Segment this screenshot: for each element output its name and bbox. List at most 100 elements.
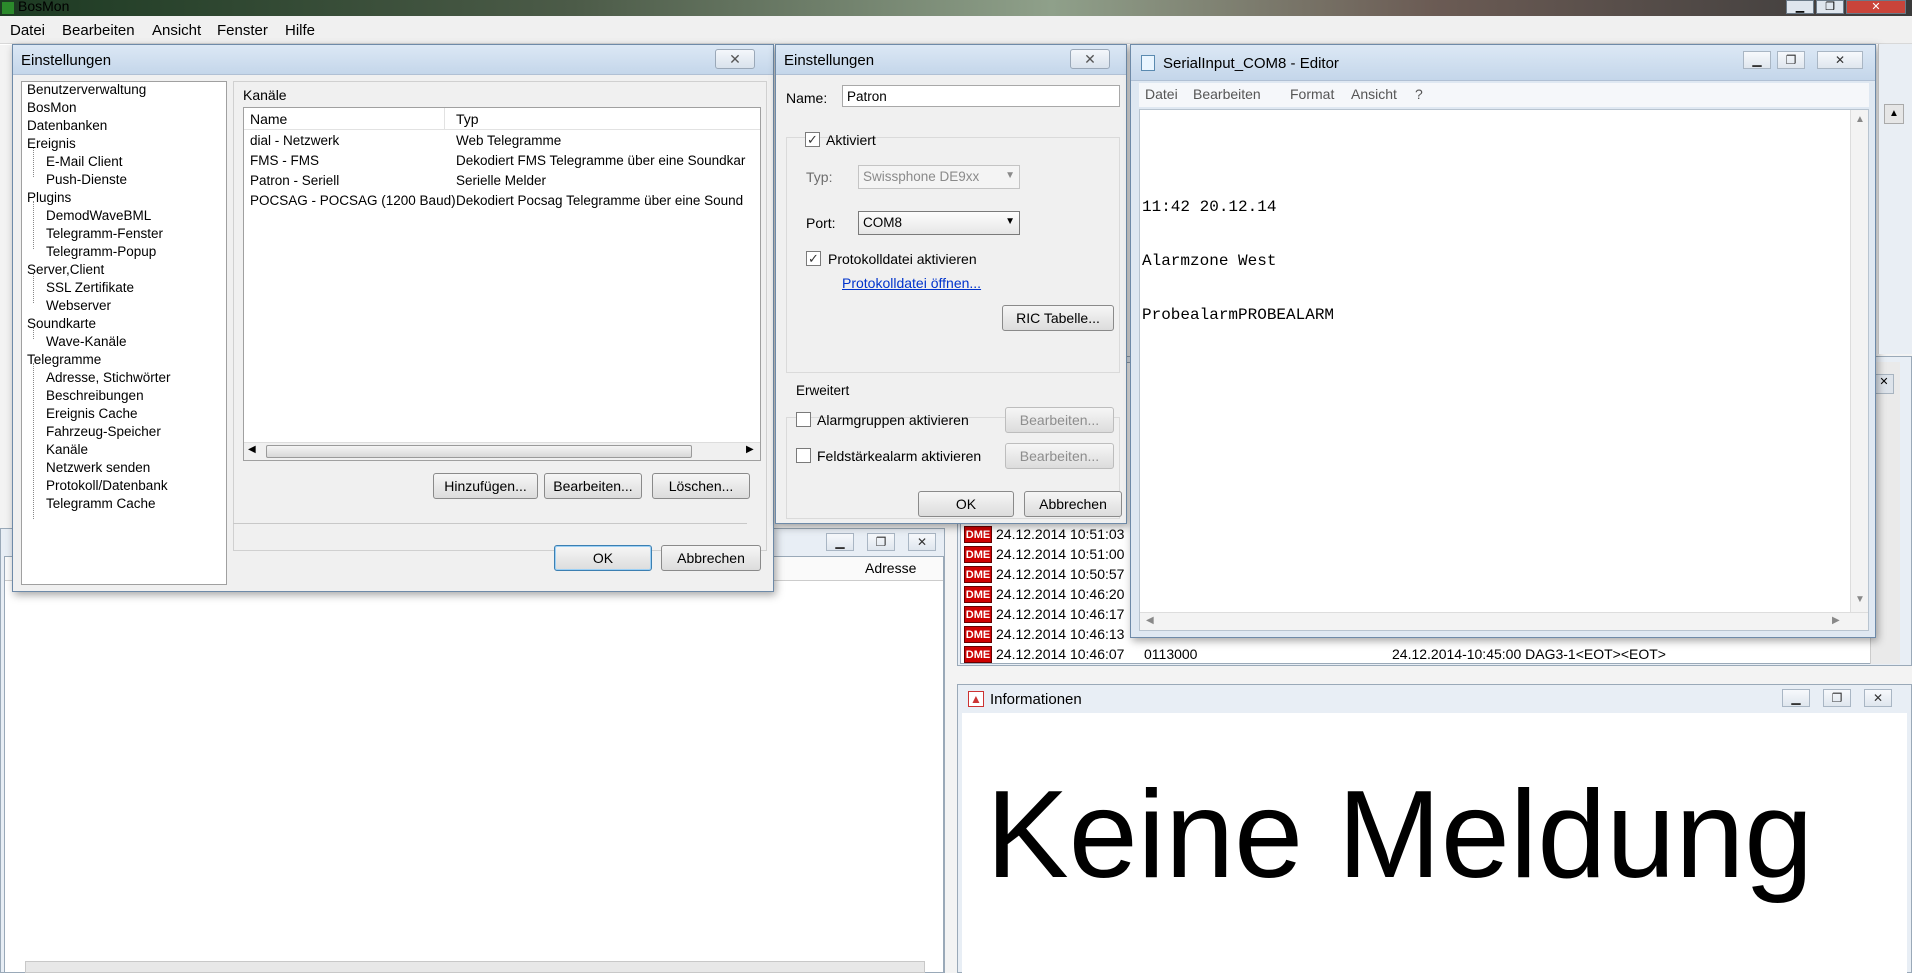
log-row-time[interactable]: 24.12.2014 10:51:03 [996, 526, 1124, 542]
tree-item-email-client[interactable]: E-Mail Client [46, 154, 123, 169]
tree-item-datenbanken[interactable]: Datenbanken [27, 118, 107, 133]
column-typ[interactable]: Typ [456, 111, 479, 127]
editor-menu-ansicht[interactable]: Ansicht [1351, 86, 1397, 102]
channel-row-type[interactable]: Dekodiert FMS Telegramme über eine Sound… [456, 153, 760, 168]
column-adresse[interactable]: Adresse [865, 560, 916, 576]
scroll-right-icon[interactable]: ▶ [746, 444, 754, 455]
log-file-checkbox[interactable]: ✓ [806, 251, 821, 266]
log-row-time[interactable]: 24.12.2014 10:46:17 [996, 606, 1124, 622]
horizontal-scrollbar[interactable]: ◀ ▶ [244, 442, 760, 460]
log-row-time[interactable]: 24.12.2014 10:51:00 [996, 546, 1124, 562]
channel-row-name[interactable]: dial - Netzwerk [250, 133, 339, 148]
alarm-groups-checkbox[interactable] [796, 412, 811, 427]
channel-row-name[interactable]: FMS - FMS [250, 153, 319, 168]
log-row-text[interactable]: 24.12.2014-10:45:00 DAG3-1<EOT><EOT> [1392, 646, 1666, 662]
tree-item-webserver[interactable]: Webserver [46, 298, 111, 313]
maximize-icon[interactable]: ❐ [1823, 689, 1851, 707]
horizontal-scrollbar[interactable]: ◀ ▶ [1140, 612, 1868, 630]
maximize-icon[interactable]: ❐ [867, 533, 895, 551]
editor-menu-bearbeiten[interactable]: Bearbeiten [1193, 86, 1261, 102]
tree-item-wave-kanaele[interactable]: Wave-Kanäle [46, 334, 127, 349]
menu-bearbeiten[interactable]: Bearbeiten [62, 22, 135, 39]
tree-item-fahrzeug-speicher[interactable]: Fahrzeug-Speicher [46, 424, 161, 439]
maximize-icon[interactable]: ❐ [1816, 0, 1844, 14]
cancel-button[interactable]: Abbrechen [1024, 491, 1122, 517]
add-channel-button[interactable]: Hinzufügen... [433, 473, 538, 499]
tree-item-ssl-zertifikate[interactable]: SSL Zertifikate [46, 280, 134, 295]
tree-item-server-client[interactable]: Server,Client [27, 262, 104, 277]
tree-item-soundkarte[interactable]: Soundkarte [27, 316, 96, 331]
tree-item-adresse-stichwoerter[interactable]: Adresse, Stichwörter [46, 370, 171, 385]
tree-item-beschreibungen[interactable]: Beschreibungen [46, 388, 144, 403]
edit-channel-button[interactable]: Bearbeiten... [544, 473, 642, 499]
tree-item-demodwavebml[interactable]: DemodWaveBML [46, 208, 151, 223]
scroll-left-icon[interactable]: ◀ [248, 444, 256, 455]
minimize-icon[interactable]: ▁ [1743, 51, 1771, 69]
minimize-icon[interactable]: ▁ [826, 533, 854, 551]
menu-ansicht[interactable]: Ansicht [152, 22, 201, 39]
tree-item-bosmon[interactable]: BosMon [27, 100, 77, 115]
editor-text-area[interactable]: 11:42 20.12.14 Alarmzone West Probealarm… [1139, 109, 1869, 631]
channel-row-name[interactable]: Patron - Seriell [250, 173, 339, 188]
scroll-down-icon[interactable]: ▼ [1855, 594, 1865, 605]
ok-button[interactable]: OK [554, 545, 652, 571]
minimize-icon[interactable]: ▁ [1782, 689, 1810, 707]
log-row-time[interactable]: 24.12.2014 10:46:07 [996, 646, 1124, 662]
field-strength-edit-button[interactable]: Bearbeiten... [1005, 443, 1114, 469]
channel-row-type[interactable]: Serielle Melder [456, 173, 760, 188]
tree-item-ereignis-cache[interactable]: Ereignis Cache [46, 406, 138, 421]
port-select[interactable]: COM8 ▼ [858, 211, 1020, 235]
tree-item-telegramm-popup[interactable]: Telegramm-Popup [46, 244, 156, 259]
delete-channel-button[interactable]: Löschen... [652, 473, 750, 499]
editor-menu-format[interactable]: Format [1290, 86, 1334, 102]
close-icon[interactable]: ✕ [1817, 51, 1863, 69]
close-icon[interactable]: ✕ [1846, 0, 1906, 14]
log-row-time[interactable]: 24.12.2014 10:50:57 [996, 566, 1124, 582]
cancel-button[interactable]: Abbrechen [661, 545, 761, 571]
scrollbar-thumb[interactable] [266, 445, 692, 458]
scroll-up-icon[interactable]: ▲ [1855, 114, 1865, 125]
column-name[interactable]: Name [250, 111, 287, 127]
tree-item-telegramm-fenster[interactable]: Telegramm-Fenster [46, 226, 163, 241]
close-icon[interactable]: ✕ [715, 49, 755, 69]
log-row-time[interactable]: 24.12.2014 10:46:13 [996, 626, 1124, 642]
alarm-groups-edit-button[interactable]: Bearbeiten... [1005, 407, 1114, 433]
tree-item-telegramme[interactable]: Telegramme [27, 352, 101, 367]
menu-hilfe[interactable]: Hilfe [285, 22, 315, 39]
tree-item-kanaele[interactable]: Kanäle [46, 442, 88, 457]
activated-checkbox[interactable]: ✓ [805, 132, 820, 147]
tree-item-push-dienste[interactable]: Push-Dienste [46, 172, 127, 187]
field-strength-checkbox[interactable] [796, 448, 811, 463]
tree-item-protokoll-datenbank[interactable]: Protokoll/Datenbank [46, 478, 168, 493]
scroll-up-icon[interactable]: ▲ [1884, 104, 1904, 124]
close-icon[interactable]: ✕ [1874, 374, 1894, 394]
horizontal-scrollbar[interactable] [25, 961, 925, 973]
tree-item-netzwerk-senden[interactable]: Netzwerk senden [46, 460, 150, 475]
close-icon[interactable]: ✕ [908, 533, 936, 551]
close-icon[interactable]: ✕ [1070, 49, 1110, 69]
log-row-address[interactable]: 0113000 [1144, 646, 1197, 662]
editor-menu-help[interactable]: ? [1415, 86, 1423, 102]
channel-row-type[interactable]: Web Telegramme [456, 133, 760, 148]
ric-table-button[interactable]: RIC Tabelle... [1002, 305, 1114, 331]
maximize-icon[interactable]: ❐ [1777, 51, 1805, 69]
editor-menu-datei[interactable]: Datei [1145, 86, 1178, 102]
open-log-file-link[interactable]: Protokolldatei öffnen... [842, 275, 981, 291]
channel-row-name[interactable]: POCSAG - POCSAG (1200 Baud) [250, 193, 456, 208]
scroll-right-icon[interactable]: ▶ [1832, 615, 1840, 626]
tree-item-plugins[interactable]: Plugins [27, 190, 71, 205]
tree-item-telegramm-cache[interactable]: Telegramm Cache [46, 496, 156, 511]
type-select[interactable]: Swissphone DE9xx ▼ [858, 165, 1020, 189]
channel-row-type[interactable]: Dekodiert Pocsag Telegramme über eine So… [456, 193, 760, 208]
menu-fenster[interactable]: Fenster [217, 22, 268, 39]
scroll-left-icon[interactable]: ◀ [1146, 615, 1154, 626]
menu-datei[interactable]: Datei [10, 22, 45, 39]
channel-name-input[interactable] [842, 85, 1120, 107]
close-icon[interactable]: ✕ [1864, 689, 1892, 707]
vertical-scrollbar[interactable]: ▲ ▼ [1850, 110, 1868, 612]
tree-item-benutzerverwaltung[interactable]: Benutzerverwaltung [27, 82, 146, 97]
tree-item-ereignis[interactable]: Ereignis [27, 136, 76, 151]
log-row-time[interactable]: 24.12.2014 10:46:20 [996, 586, 1124, 602]
minimize-icon[interactable]: ▁ [1786, 0, 1814, 14]
ok-button[interactable]: OK [918, 491, 1014, 517]
